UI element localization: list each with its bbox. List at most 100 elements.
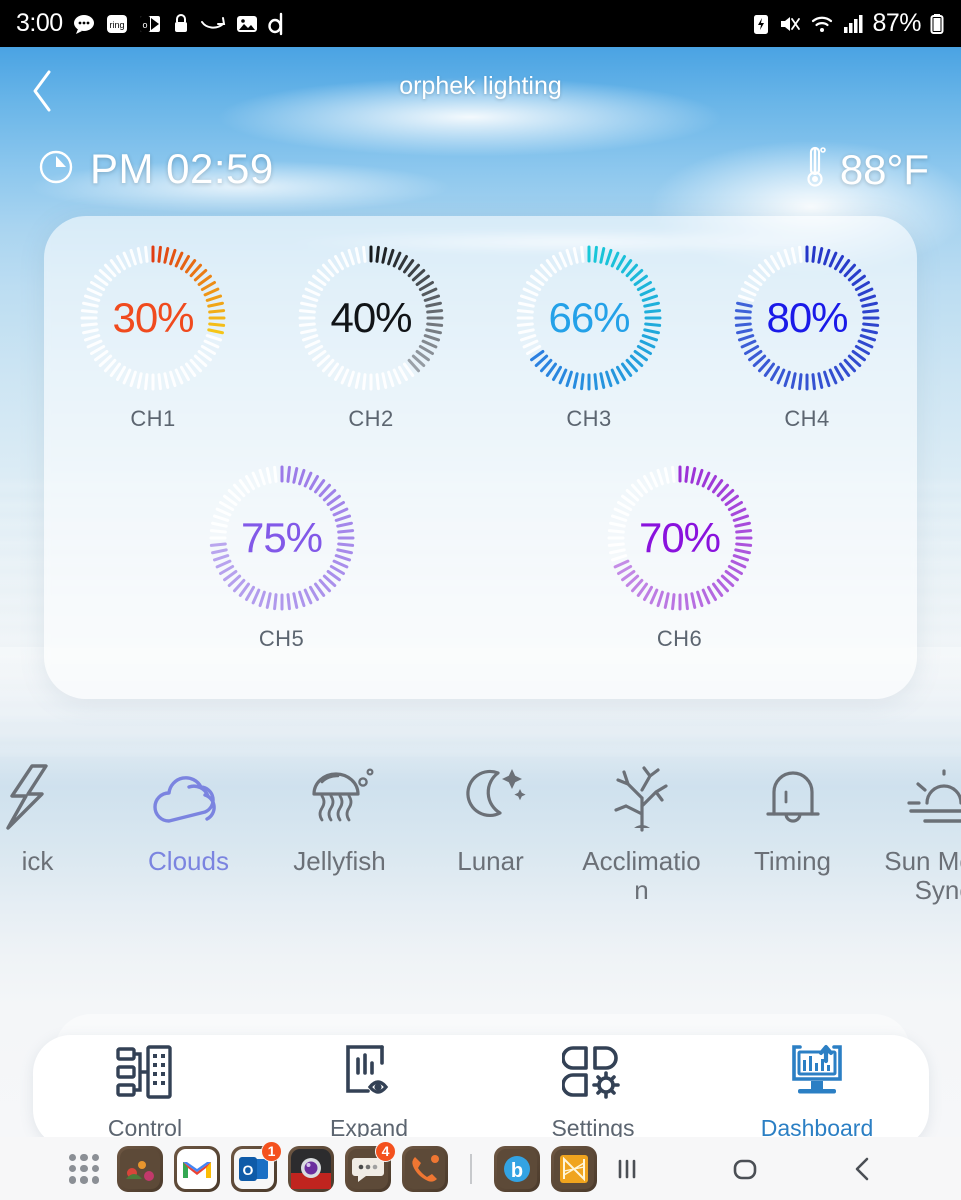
app-viewport: orphek lighting PM 02:59 88°F 30% CH1 40… <box>0 47 961 1137</box>
channel-gauge-ch1[interactable]: 30% CH1 <box>44 244 262 432</box>
channel-gauge-ch2[interactable]: 40% CH2 <box>262 244 480 432</box>
gauge-label: CH5 <box>258 626 305 651</box>
battery-percentage: 87% <box>872 9 921 37</box>
svg-text:o: o <box>142 20 147 30</box>
gauge-dial: 66% <box>515 244 663 392</box>
expand-preview-icon <box>338 1041 400 1108</box>
gauge-dial: 75% <box>208 464 356 612</box>
gauge-value: 75% <box>240 514 323 561</box>
mode-label: Jellyfish <box>293 846 386 876</box>
phone-app-icon[interactable] <box>402 1145 448 1192</box>
gauge-label: CH4 <box>784 406 830 431</box>
control-network-icon <box>114 1041 176 1108</box>
outlook-icon: o <box>138 13 162 35</box>
svg-text:b: b <box>511 1160 523 1182</box>
bell-icon <box>760 759 826 837</box>
tab-label: Settings <box>551 1115 635 1137</box>
notification-badge: 1 <box>261 1140 282 1162</box>
tab-dashboard[interactable]: Dashboard <box>705 1041 929 1137</box>
tab-label: Control <box>107 1115 183 1137</box>
channel-gauge-card: 30% CH1 40% CH2 66% CH3 80% CH4 75% CH5 … <box>44 216 917 699</box>
temperature-display: 88°F <box>802 145 929 194</box>
svg-text:ring: ring <box>109 20 124 30</box>
gauge-label: CH1 <box>130 406 176 431</box>
mode-scroll-row[interactable]: ick Clouds Jellyfish Lunar Acclimation T… <box>0 747 961 962</box>
gauge-dial: 30% <box>79 244 227 392</box>
clock-icon <box>38 149 74 190</box>
gmail-app-icon[interactable] <box>174 1145 220 1192</box>
gauge-value: 30% <box>112 294 194 341</box>
mute-vibrate-icon <box>778 12 802 36</box>
app-drawer-icon[interactable] <box>62 1147 106 1191</box>
bluebubbles-app-icon[interactable]: b <box>494 1145 540 1192</box>
back-button[interactable] <box>840 1146 886 1192</box>
gauge-dial: 80% <box>733 244 881 392</box>
coral-icon <box>604 759 680 837</box>
channel-gauge-ch4[interactable]: 80% CH4 <box>698 244 916 432</box>
home-icon <box>733 1159 757 1179</box>
status-bar-right-group: 87% <box>752 9 945 38</box>
chat-bubble-icon <box>72 12 96 36</box>
gauge-label: CH2 <box>348 406 394 431</box>
back-icon <box>855 1157 869 1180</box>
mode-item-clouds[interactable]: Clouds <box>113 747 264 876</box>
gauge-dial: 70% <box>606 464 754 612</box>
recents-button[interactable] <box>604 1146 650 1192</box>
android-nav-buttons <box>604 1146 961 1192</box>
moon-stars-icon <box>454 759 528 837</box>
page-title: orphek lighting <box>399 72 562 100</box>
temperature-text: 88°F <box>839 145 929 193</box>
tab-settings[interactable]: Settings <box>481 1041 705 1137</box>
lock-icon <box>171 12 191 36</box>
current-time-display: PM 02:59 <box>38 145 274 193</box>
channel-gauge-ch3[interactable]: 66% CH3 <box>480 244 698 432</box>
gauge-dial: 40% <box>297 244 445 392</box>
gauge-value: 80% <box>766 294 848 341</box>
status-bar-left-group: 3:00 ring o <box>16 9 288 38</box>
gallery-app-icon[interactable] <box>117 1145 163 1192</box>
channel-gauge-ch5[interactable]: 75% CH5 <box>173 464 391 652</box>
clock-text: PM 02:59 <box>90 145 274 192</box>
thermometer-icon <box>802 145 828 194</box>
mode-item-lunar[interactable]: Lunar <box>415 747 566 876</box>
android-status-bar: 3:00 ring o 87% <box>0 0 961 47</box>
android-dock: O 1 4 b <box>0 1137 961 1200</box>
mode-item-jellyfish[interactable]: Jellyfish <box>264 747 415 876</box>
gauge-row-top: 30% CH1 40% CH2 66% CH3 80% CH4 <box>44 244 917 432</box>
mode-item-timing[interactable]: Timing <box>717 747 868 876</box>
tab-control[interactable]: Control <box>33 1041 257 1137</box>
swipe-arrow-icon <box>200 12 226 36</box>
mode-label: Timing <box>753 846 832 876</box>
gauge-value: 70% <box>638 514 721 561</box>
outlook-app-icon[interactable]: O 1 <box>231 1140 282 1192</box>
mode-item-sun-moon-sync[interactable]: Sun Moon Sync <box>868 747 961 905</box>
dashlane-icon <box>267 12 288 36</box>
wifi-icon <box>810 12 834 36</box>
mode-item-quick[interactable]: ick <box>0 747 113 876</box>
cloud-icon <box>149 759 229 837</box>
mode-label: Lunar <box>457 846 524 876</box>
svg-text:O: O <box>243 1162 254 1178</box>
mode-label: ick <box>21 846 54 876</box>
jellyfish-icon <box>302 759 378 837</box>
mode-label: Acclimation <box>582 846 701 906</box>
channel-gauge-ch6[interactable]: 70% CH6 <box>571 464 789 652</box>
lightning-bolt-icon <box>2 759 74 837</box>
gauge-label: CH3 <box>566 406 612 431</box>
tab-expand[interactable]: Expand <box>257 1041 481 1137</box>
mode-item-acclimation[interactable]: Acclimation <box>566 747 717 905</box>
battery-icon <box>929 12 945 36</box>
mode-label: Sun Moon Sync <box>884 846 961 906</box>
orphek-app-icon[interactable] <box>551 1145 597 1192</box>
photo-icon <box>235 13 259 35</box>
gauge-value: 66% <box>548 294 630 341</box>
tab-label: Expand <box>329 1115 408 1137</box>
mode-label: Clouds <box>148 846 229 876</box>
messages-app-icon[interactable]: 4 <box>345 1140 396 1192</box>
camera-app-icon[interactable] <box>288 1145 334 1192</box>
settings-gear-icon <box>561 1041 624 1108</box>
dashboard-monitor-icon <box>786 1041 848 1108</box>
home-button[interactable] <box>722 1146 768 1192</box>
bottom-tab-bar: Control Expand Settings Dashboard <box>33 1035 929 1137</box>
dock-divider <box>470 1153 472 1184</box>
